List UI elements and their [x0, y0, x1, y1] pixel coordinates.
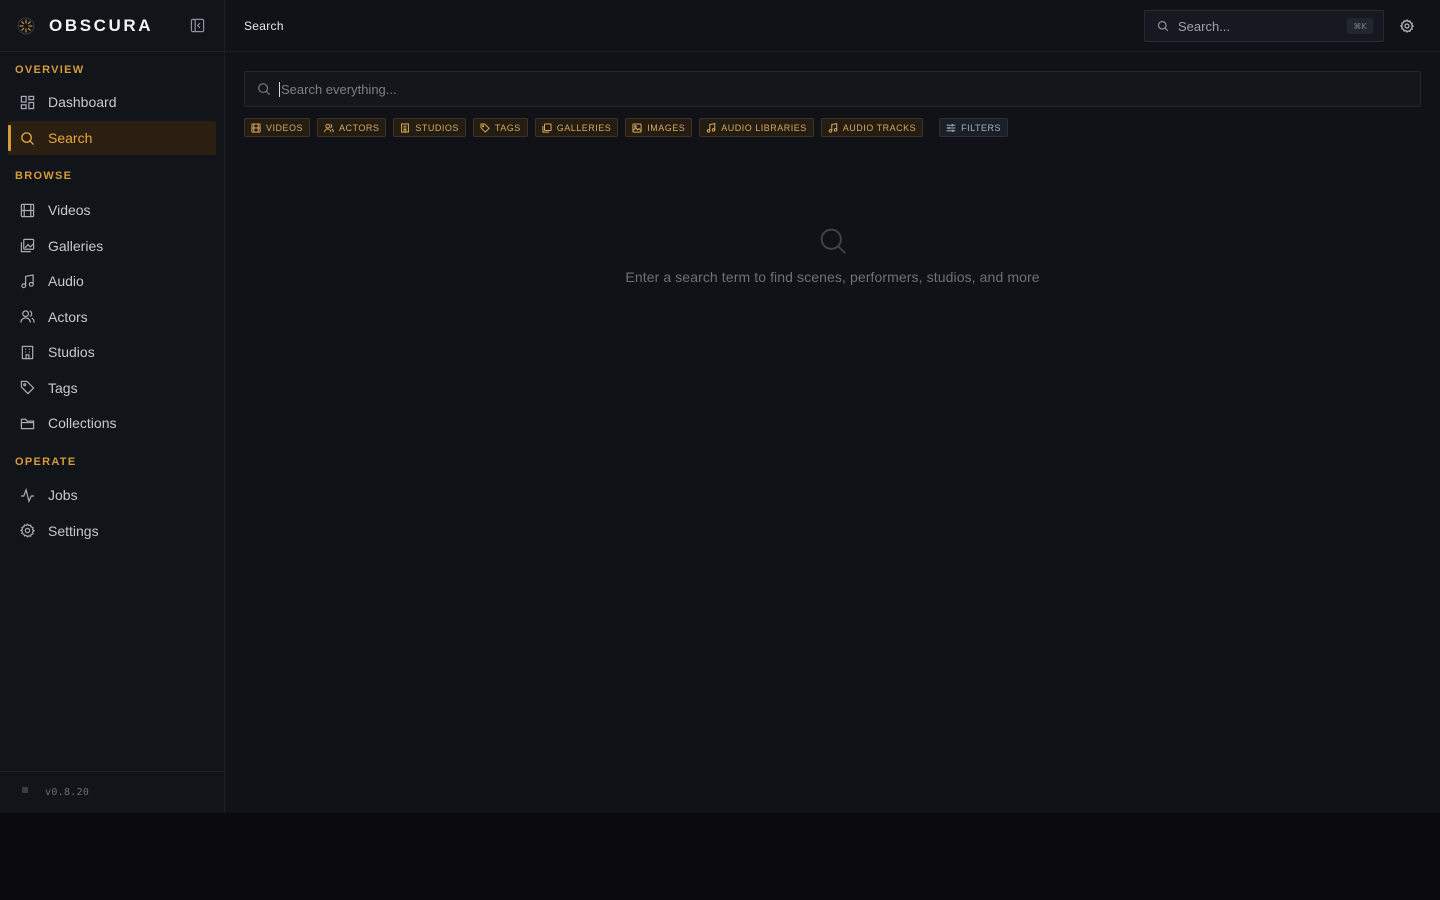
- sidebar-item-label: Collections: [48, 415, 117, 431]
- sidebar-footer: v0.8.20: [0, 771, 224, 813]
- chip-label: STUDIOS: [415, 122, 459, 133]
- search-icon: [1157, 20, 1169, 32]
- main-search-input[interactable]: [279, 81, 1379, 97]
- chip-actors[interactable]: ACTORS: [317, 118, 387, 137]
- chip-videos[interactable]: VIDEOS: [244, 118, 311, 137]
- entity-filter-chips: VIDEOS ACTORS STUDIOS TAGS GALLERIES IMA…: [244, 118, 1421, 137]
- sidebar-item-collections[interactable]: Collections: [8, 406, 216, 440]
- building-icon: [19, 344, 35, 360]
- status-indicator: [22, 786, 28, 793]
- empty-state-message: Enter a search term to find scenes, perf…: [625, 269, 1040, 285]
- gear-icon: [19, 523, 35, 539]
- sidebar-item-actors[interactable]: Actors: [8, 300, 216, 334]
- dashboard-icon: [19, 94, 35, 110]
- sidebar-header: OBSCURA: [0, 0, 224, 52]
- sidebar-item-search[interactable]: Search: [8, 121, 216, 155]
- sidebar-item-label: Settings: [48, 522, 99, 539]
- chip-label: IMAGES: [647, 122, 686, 133]
- gallery-icon: [542, 122, 552, 133]
- search-icon: [257, 82, 271, 96]
- chip-galleries[interactable]: GALLERIES: [534, 118, 619, 137]
- section-label: OVERVIEW: [15, 64, 85, 76]
- music-icon: [706, 122, 716, 133]
- chip-tags[interactable]: TAGS: [472, 118, 528, 137]
- nav-section-operate: OPERATE Jobs Settings: [0, 455, 224, 548]
- global-search[interactable]: ⌘K: [1144, 10, 1384, 42]
- sidebar-item-label: Tags: [48, 379, 78, 396]
- activity-icon: [19, 487, 35, 503]
- main-search-box[interactable]: [244, 71, 1421, 107]
- filters-button[interactable]: FILTERS: [939, 118, 1008, 137]
- tag-icon: [19, 380, 35, 396]
- sliders-icon: [946, 123, 956, 133]
- sidebar-item-label: Studios: [48, 344, 95, 360]
- sidebar-item-tags[interactable]: Tags: [8, 371, 216, 405]
- folder-icon: [19, 415, 35, 431]
- main-area: Search ⌘K VIDEOS: [225, 0, 1440, 813]
- building-icon: [400, 122, 410, 133]
- nav-section-browse: BROWSE Videos Galleries Audio Actors Stu…: [0, 169, 224, 440]
- search-icon: [818, 226, 848, 256]
- sidebar-item-videos[interactable]: Videos: [8, 193, 216, 227]
- sidebar-item-jobs[interactable]: Jobs: [8, 478, 216, 512]
- sidebar-item-label: Jobs: [48, 487, 78, 503]
- filters-label: FILTERS: [961, 122, 1001, 133]
- bottom-background: [0, 813, 1440, 900]
- sidebar-collapse-icon[interactable]: [189, 17, 206, 34]
- chip-studios[interactable]: STUDIOS: [393, 118, 466, 137]
- top-bar: Search ⌘K: [225, 0, 1440, 52]
- film-icon: [251, 122, 261, 133]
- sidebar-item-label: Search: [48, 130, 93, 146]
- section-label: BROWSE: [15, 170, 73, 182]
- image-icon: [632, 122, 642, 133]
- app-version: v0.8.20: [45, 787, 90, 798]
- gallery-icon: [19, 238, 35, 254]
- search-content: VIDEOS ACTORS STUDIOS TAGS GALLERIES: [225, 52, 1440, 137]
- search-icon: [19, 130, 35, 146]
- sidebar-item-label: Audio: [48, 273, 84, 289]
- chip-label: GALLERIES: [556, 122, 612, 133]
- sidebar-item-label: Dashboard: [48, 94, 117, 110]
- empty-state: Enter a search term to find scenes, perf…: [225, 226, 1440, 285]
- logo-icon: [16, 16, 36, 36]
- tag-icon: [480, 122, 490, 133]
- sidebar-item-label: Videos: [48, 202, 91, 218]
- chip-audio-libraries[interactable]: AUDIO LIBRARIES: [699, 118, 814, 137]
- users-icon: [324, 123, 334, 133]
- film-icon: [19, 202, 35, 218]
- sidebar-item-label: Galleries: [48, 237, 104, 254]
- app-logo-text: OBSCURA: [49, 15, 154, 35]
- nav-section-overview: OVERVIEW Dashboard Search: [0, 63, 224, 155]
- shortcut-badge: ⌘K: [1347, 18, 1373, 34]
- chip-images[interactable]: IMAGES: [625, 118, 693, 137]
- sidebar-item-settings[interactable]: Settings: [8, 514, 216, 548]
- settings-gear-icon[interactable]: [1399, 18, 1414, 33]
- global-search-input[interactable]: [1178, 18, 1328, 34]
- users-icon: [19, 309, 35, 325]
- sidebar-item-studios[interactable]: Studios: [8, 335, 216, 369]
- breadcrumb: Search: [244, 18, 284, 33]
- chip-label: AUDIO TRACKS: [842, 122, 917, 133]
- app-window: OBSCURA OVERVIEW Dashboard Search BROWSE…: [0, 0, 1440, 813]
- sidebar-item-audio[interactable]: Audio: [8, 264, 216, 298]
- sidebar-item-label: Actors: [48, 308, 88, 325]
- chip-label: AUDIO LIBRARIES: [721, 122, 807, 133]
- music-icon: [828, 122, 838, 133]
- chip-audio-tracks[interactable]: AUDIO TRACKS: [820, 118, 924, 137]
- chip-label: ACTORS: [339, 122, 380, 133]
- sidebar: OBSCURA OVERVIEW Dashboard Search BROWSE…: [0, 0, 225, 813]
- sidebar-item-galleries[interactable]: Galleries: [8, 229, 216, 263]
- sidebar-item-dashboard[interactable]: Dashboard: [8, 85, 216, 119]
- chip-label: VIDEOS: [266, 122, 304, 133]
- section-label: OPERATE: [15, 456, 77, 468]
- chip-label: TAGS: [494, 122, 521, 133]
- music-icon: [19, 273, 35, 289]
